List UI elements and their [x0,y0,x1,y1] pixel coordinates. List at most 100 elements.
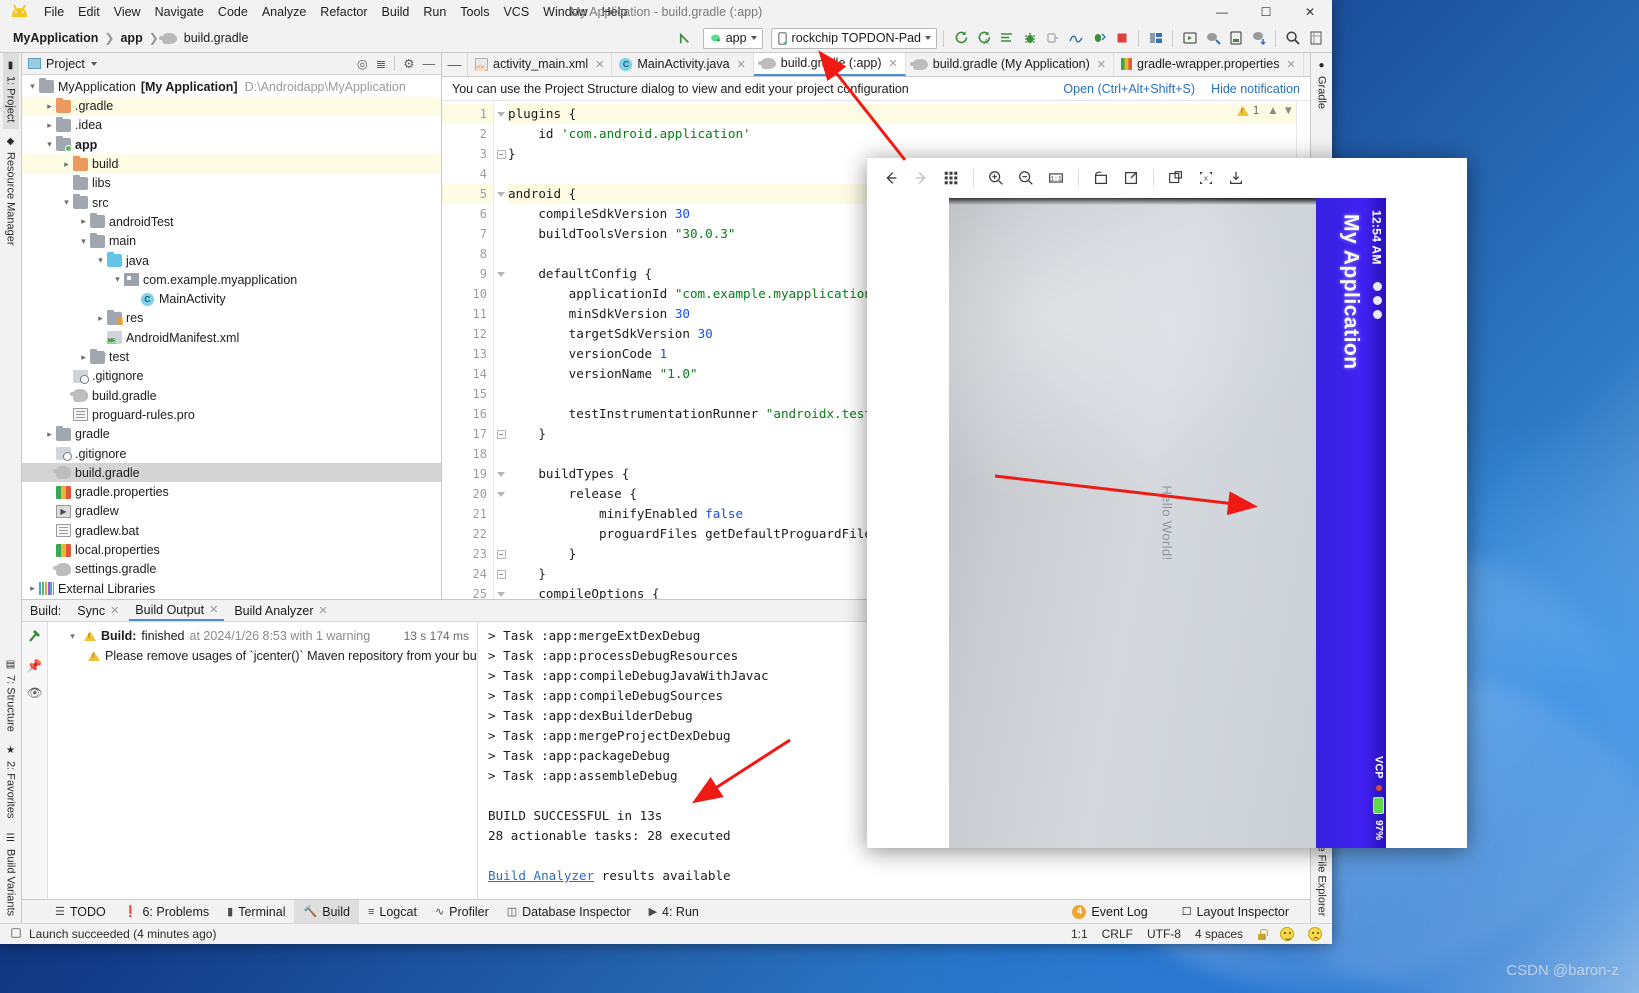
tool-window-tab[interactable]: ☐ Layout Inspector [1173,900,1298,924]
tree-node[interactable]: build.gradle [22,463,441,483]
build-result-tree[interactable]: ▾ Build: finished at 2024/1/26 8:53 with … [48,622,478,899]
tree-node[interactable]: ▸ External Libraries [22,579,441,598]
tool-window-tab[interactable]: 4 Event Log [1063,900,1156,924]
close-icon[interactable]: ✕ [110,604,119,617]
menu-file[interactable]: File [37,2,71,22]
tree-node[interactable]: ▸ test [22,347,441,366]
collapse-all-icon[interactable]: ≣ [376,56,386,71]
fold-marker[interactable] [494,424,508,444]
menu-vcs[interactable]: VCS [496,2,536,22]
tree-node[interactable]: ▸ .idea [22,116,441,135]
expand-arrow-icon[interactable]: ▾ [60,197,73,208]
project-tree[interactable]: ▾ MyApplication [My Application] D:\Android… [22,75,441,599]
build-hammer-icon[interactable] [27,628,43,647]
sync-gradle-all-icon[interactable]: A [973,28,994,49]
breadcrumb-project[interactable]: MyApplication [10,30,101,46]
fold-marker[interactable] [494,264,508,284]
fold-marker[interactable] [494,584,508,599]
expand-arrow-icon[interactable]: ▸ [43,101,56,112]
inspection-warning-badge[interactable]: 1 ▲ ▼ [1236,105,1294,117]
fold-marker[interactable] [494,364,508,384]
tree-node[interactable]: ▸ res [22,309,441,328]
menu-analyze[interactable]: Analyze [255,2,313,22]
tree-node[interactable]: ▾ com.example.myapplication [22,270,441,289]
tree-node[interactable]: ▸ build [22,154,441,174]
tree-node[interactable]: ▾ src [22,193,441,212]
tree-node[interactable]: gradlew.bat [22,521,441,540]
menu-view[interactable]: View [107,2,148,22]
hide-icon[interactable]: — [423,57,436,71]
locate-icon[interactable]: ◎ [357,56,368,71]
menu-tools[interactable]: Tools [453,2,496,22]
build-tab-build-analyzer[interactable]: Build Analyzer ✕ [228,602,333,620]
fold-marker[interactable] [494,244,508,264]
minimize-button[interactable]: — [1200,0,1244,24]
menu-help[interactable]: Help [595,2,635,22]
maximize-button[interactable]: ☐ [1244,0,1288,24]
fold-marker[interactable] [494,164,508,184]
fold-marker[interactable] [494,564,508,584]
tree-node[interactable]: AndroidManifest.xml [22,328,441,347]
expand-arrow-icon[interactable]: ▾ [77,236,90,247]
layout-editor-icon[interactable] [1305,28,1326,49]
tree-node[interactable]: C MainActivity [22,290,441,309]
actual-size-icon[interactable]: 1:1 [1042,164,1070,192]
next-problem-icon[interactable]: ▼ [1283,105,1294,117]
console-link-line[interactable]: Build Analyzer results available [488,866,1300,886]
close-icon[interactable]: ✕ [737,58,746,71]
search-icon[interactable] [1282,28,1303,49]
tree-node[interactable]: proguard-rules.pro [22,405,441,424]
close-icon[interactable]: ✕ [1286,58,1295,71]
happy-face-icon[interactable] [1280,927,1294,941]
expand-arrow-icon[interactable]: ▸ [77,352,90,363]
build-tab-build-output[interactable]: Build Output ✕ [129,601,225,621]
lock-icon[interactable] [1257,928,1268,940]
layout-inspector-icon[interactable] [1145,28,1166,49]
tree-node[interactable]: ▸ .gradle [22,96,441,116]
editor-tab[interactable]: activity_main.xml ✕ [468,53,613,76]
menu-code[interactable]: Code [211,2,255,22]
editor-tab-bar[interactable]: — activity_main.xml✕CMainActivity.java✕b… [442,53,1310,77]
tool-window-tab[interactable]: ❗ 6: Problems [115,900,218,924]
tree-node[interactable]: ▶ gradlew [22,502,441,521]
fold-gutter[interactable] [494,101,508,599]
caret-position[interactable]: 1:1 [1071,927,1088,941]
tree-node[interactable]: ▸ androidTest [22,212,441,231]
close-icon-2[interactable]: ✕ [209,603,218,616]
fold-marker[interactable] [494,504,508,524]
expand-arrow-icon[interactable]: ▸ [26,583,39,594]
build-analyzer-link[interactable]: Build Analyzer [488,868,594,883]
sdk-manager-icon[interactable] [1202,28,1223,49]
tool-window-tab[interactable]: ≡ Logcat [359,900,426,924]
fold-marker[interactable] [494,464,508,484]
run-configuration-selector[interactable]: app [702,27,763,49]
fold-marker[interactable] [494,104,508,124]
expand-arrow-icon[interactable]: ▸ [94,313,107,324]
expand-arrow-icon[interactable]: ▾ [111,274,124,285]
menu-window[interactable]: Window [536,2,594,22]
tool-window-tab[interactable]: ▮ Terminal [218,900,294,924]
file-encoding[interactable]: UTF-8 [1147,927,1181,941]
breadcrumb-file[interactable]: build.gradle [181,30,252,46]
stop-icon[interactable] [1111,28,1132,49]
tree-node[interactable]: build.gradle [22,386,441,405]
close-icon[interactable]: ✕ [889,57,898,70]
line-separator[interactable]: CRLF [1102,927,1133,941]
avd-manager-icon[interactable] [996,28,1017,49]
fold-marker[interactable] [494,524,508,544]
indent-setting[interactable]: 4 spaces [1195,927,1243,941]
photo-stage[interactable]: Hello World! My Application 12:54 AM VCP… [867,198,1467,848]
prev-problem-icon[interactable]: ▲ [1267,105,1278,117]
fold-marker[interactable] [494,144,508,164]
fold-marker[interactable] [494,404,508,424]
notification-hide-link[interactable]: Hide notification [1211,82,1300,96]
fold-marker[interactable] [494,284,508,304]
tree-node[interactable]: ▾ main [22,232,441,251]
expand-arrow-icon[interactable]: ▾ [26,81,39,92]
close-icon-3[interactable]: ✕ [319,604,328,617]
extract-text-icon[interactable]: x [1192,164,1220,192]
device-selector[interactable]: rockchip TOPDON-Pad [770,27,937,49]
fold-marker[interactable] [494,124,508,144]
fold-marker[interactable] [494,484,508,504]
edit-icon[interactable] [1117,164,1145,192]
